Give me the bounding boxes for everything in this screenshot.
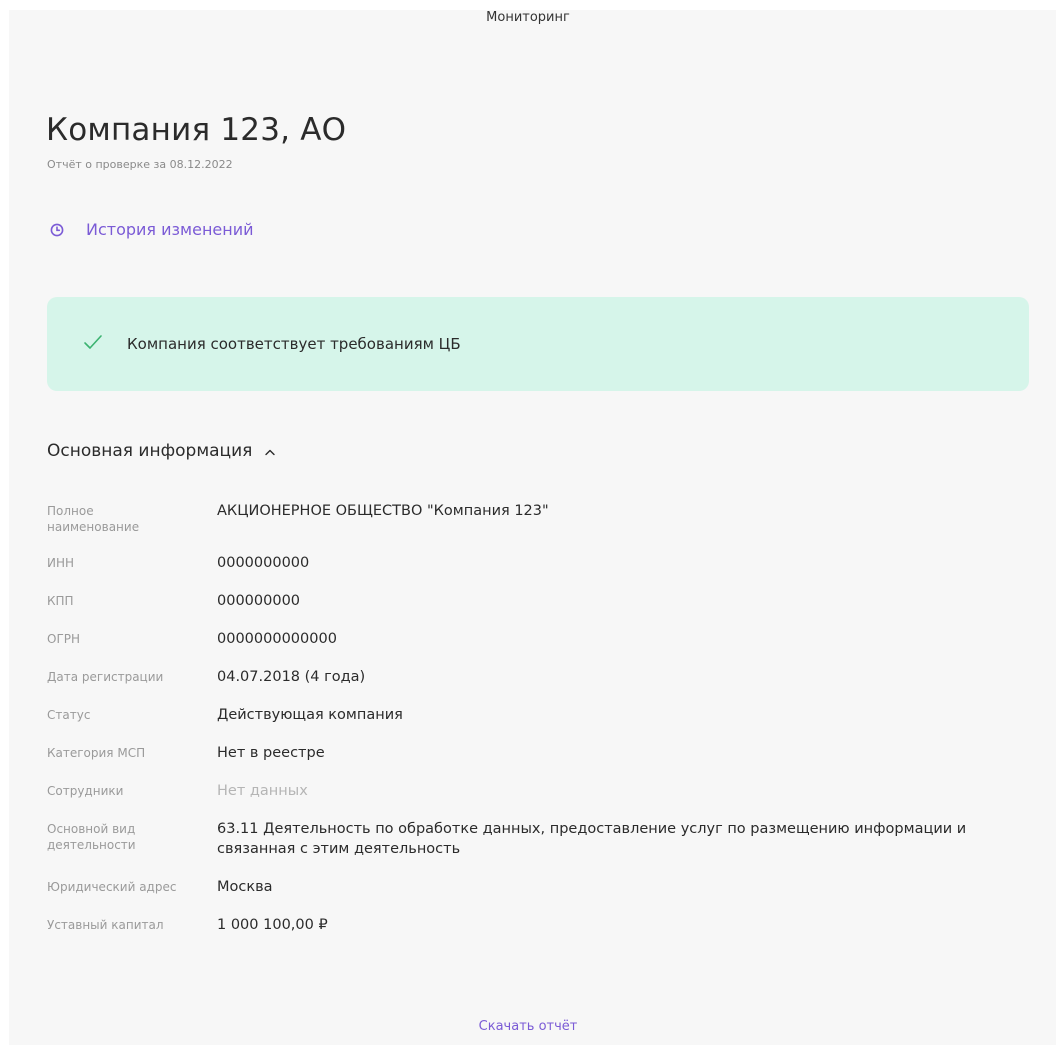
info-value: 04.07.2018 (4 года)	[217, 669, 366, 685]
info-label: ОГРН	[47, 632, 81, 646]
info-row-main-activity: Основной вид деятельности 63.11 Деятельн…	[47, 819, 1037, 859]
basic-info-title: Основная информация	[47, 441, 253, 461]
info-label: Статус	[47, 708, 91, 722]
info-row-registration-date: Дата регистрации 04.07.2018 (4 года)	[47, 667, 1037, 687]
info-value: 0000000000	[217, 555, 310, 571]
basic-info-table: Полное наименование АКЦИОНЕРНОЕ ОБЩЕСТВО…	[47, 501, 1037, 953]
info-label: Категория МСП	[47, 746, 146, 760]
info-value: 63.11 Деятельность по обработке данных, …	[217, 821, 967, 857]
info-value: Нет в реестре	[217, 745, 325, 761]
info-value: 0000000000000	[217, 631, 337, 647]
info-value: 1 000 100,00 ₽	[217, 917, 328, 933]
info-label: КПП	[47, 594, 74, 608]
info-label: Сотрудники	[47, 784, 124, 798]
clock-icon	[50, 223, 64, 237]
info-row-msp-category: Категория МСП Нет в реестре	[47, 743, 1037, 763]
report-subtitle: Отчёт о проверке за 08.12.2022	[47, 158, 233, 171]
info-value: Москва	[217, 879, 273, 895]
info-label: ИНН	[47, 556, 75, 570]
basic-info-toggle[interactable]: Основная информация	[47, 441, 276, 461]
chevron-up-icon	[264, 441, 276, 461]
info-label: Полное наименование	[47, 504, 140, 534]
info-value: Нет данных	[217, 783, 308, 799]
info-row-full-name: Полное наименование АКЦИОНЕРНОЕ ОБЩЕСТВО…	[47, 501, 1037, 535]
download-report-link[interactable]: Скачать отчёт	[0, 1019, 1056, 1034]
info-row-inn: ИНН 0000000000	[47, 553, 1037, 573]
info-value: 000000000	[217, 593, 301, 609]
info-row-authorized-capital: Уставный капитал 1 000 100,00 ₽	[47, 915, 1037, 935]
page-header-title: Мониторинг	[486, 10, 570, 25]
company-name: Компания 123, АО	[46, 112, 347, 148]
status-banner-text: Компания соответствует требованиям ЦБ	[127, 335, 461, 353]
history-link-label: История изменений	[86, 220, 254, 239]
check-icon	[83, 334, 103, 354]
info-label: Основной вид деятельности	[47, 822, 136, 852]
info-value: Действующая компания	[217, 707, 403, 723]
status-banner: Компания соответствует требованиям ЦБ	[47, 297, 1029, 391]
info-row-status: Статус Действующая компания	[47, 705, 1037, 725]
info-row-legal-address: Юридический адрес Москва	[47, 877, 1037, 897]
info-label: Уставный капитал	[47, 918, 164, 932]
info-label: Дата регистрации	[47, 670, 164, 684]
info-row-kpp: КПП 000000000	[47, 591, 1037, 611]
info-label: Юридический адрес	[47, 880, 177, 894]
info-row-ogrn: ОГРН 0000000000000	[47, 629, 1037, 649]
info-value: АКЦИОНЕРНОЕ ОБЩЕСТВО "Компания 123"	[217, 503, 549, 519]
info-row-employees: Сотрудники Нет данных	[47, 781, 1037, 801]
history-link[interactable]: История изменений	[50, 220, 254, 239]
